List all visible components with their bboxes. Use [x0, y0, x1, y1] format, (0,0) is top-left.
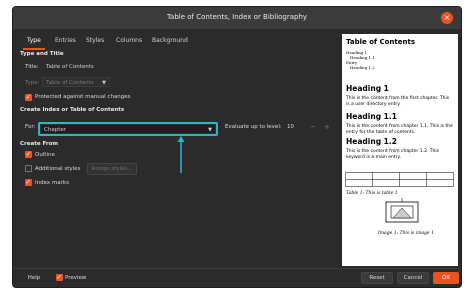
preview-heading-1-1: Heading 1.1 [346, 112, 397, 121]
outline-label: Outline [35, 152, 55, 158]
create-from-heading: Create From [20, 141, 59, 147]
title-bar: Table of Contents, Index or Bibliography… [13, 7, 461, 29]
preview-heading-1-2: Heading 1.2 [346, 137, 397, 146]
preview-image-caption: Image 1: This is image 1 [378, 231, 434, 236]
type-select-value: Table of Contents [46, 80, 94, 86]
title-label: Title: [25, 64, 39, 70]
chevron-down-icon: ▼ [102, 80, 106, 86]
preview-toc-title: Table of Contents [346, 38, 416, 46]
protected-checkbox[interactable] [25, 93, 32, 101]
preview-table-caption: Table 1: This is table 1 [346, 191, 398, 196]
for-label: For: [25, 124, 36, 130]
level-value[interactable]: 10 [287, 124, 294, 130]
reset-button[interactable]: Reset [361, 272, 393, 284]
evaluate-label: Evaluate up to level: [225, 124, 282, 130]
protected-label: Protected against manual changes [35, 94, 131, 100]
assign-styles-button[interactable]: Assign styles... [87, 163, 137, 175]
preview-checkbox[interactable] [56, 273, 63, 281]
additional-styles-checkbox[interactable] [25, 165, 32, 172]
tab-entries[interactable]: Entries [55, 34, 76, 48]
toc-dialog: Table of Contents, Index or Bibliography… [12, 6, 462, 288]
index-marks-checkbox[interactable] [25, 178, 32, 186]
increase-level-button[interactable]: + [324, 123, 330, 131]
cancel-button[interactable]: Cancel [397, 272, 429, 284]
tab-type[interactable]: Type [23, 34, 45, 50]
title-input[interactable]: Table of Contents [42, 61, 122, 71]
preview-toc-line: Heading 1.2 [350, 65, 375, 70]
preview-label: Preview [65, 275, 87, 281]
dialog-footer: Help Preview Reset Cancel OK [13, 268, 461, 287]
tab-columns[interactable]: Columns [116, 34, 142, 48]
preview-heading-1: Heading 1 [346, 84, 389, 93]
outline-checkbox[interactable] [25, 150, 32, 158]
preview-paragraph-1-1: This is the content from chapter 1.1. Th… [346, 124, 453, 135]
preview-table [345, 172, 454, 187]
preview-paragraph-1-2: This is the content from chapter 1.2. Th… [346, 149, 439, 160]
preview-image [385, 198, 419, 223]
ok-button[interactable]: OK [433, 272, 459, 284]
window-title: Table of Contents, Index or Bibliography [166, 13, 308, 21]
decrease-level-button[interactable]: − [310, 123, 316, 131]
preview-paragraph-1: This is the content from the first chapt… [346, 96, 450, 107]
help-button[interactable]: Help [21, 272, 47, 284]
highlight-box [38, 122, 218, 136]
type-label: Type: [25, 80, 40, 86]
tab-background[interactable]: Background [152, 34, 188, 48]
type-select: Table of Contents ▼ [42, 77, 110, 87]
create-index-heading: Create Index or Table of Contents [20, 107, 125, 113]
arrow-indicator [177, 136, 185, 173]
type-title-heading: Type and Title [20, 51, 64, 57]
close-icon[interactable]: × [441, 12, 453, 24]
preview-pane: Table of Contents Heading 1 Heading 1.1 … [342, 34, 458, 266]
index-marks-label: Index marks [35, 180, 69, 186]
tab-styles[interactable]: Styles [86, 34, 104, 48]
additional-styles-label: Additional styles [35, 166, 81, 172]
